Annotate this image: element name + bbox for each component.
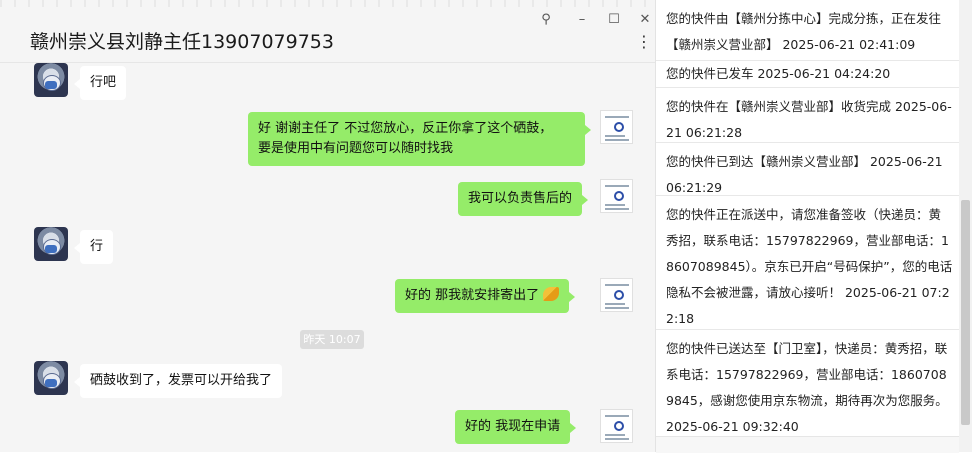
more-options-icon[interactable]: ⋮ [636, 34, 652, 50]
message-bubble-incoming: 行 [73, 230, 114, 264]
tracking-row: 您的快件正在派送中，请您准备签收（快递员：黄秀招，联系电话：1579782296… [656, 196, 959, 330]
own-avatar[interactable] [600, 409, 633, 443]
own-avatar[interactable] [600, 179, 633, 213]
scrollbar-thumb[interactable] [961, 200, 970, 425]
panel-footer [656, 436, 959, 453]
minimize-button[interactable]: – [571, 10, 593, 30]
chat-title: 赣州崇义县刘静主任13907079753 [30, 31, 334, 53]
message-text: 好的 那我就安排寄出了 [405, 288, 540, 303]
tracking-row: 您的快件已到达【赣州崇义营业部】 2025-06-21 06:21:29 [656, 143, 959, 196]
banana-emoji-icon [543, 287, 560, 301]
background-strip [0, 0, 655, 7]
message-timestamp: 昨天 10:07 [300, 330, 364, 349]
message-bubble-outgoing: 好的 我现在申请 [455, 410, 577, 444]
tracking-row: 您的快件在【赣州崇义营业部】收货完成 2025-06-21 06:21:28 [656, 88, 959, 143]
tracking-row: 您的快件已送达至【门卫室】，快递员：黄秀招，联系电话：15797822969，营… [666, 341, 948, 434]
header-divider [0, 62, 655, 63]
pin-icon[interactable]: ⚲ [535, 10, 557, 30]
message-bubble-outgoing: 好 谢谢主任了 不过您放心，反正你拿了这个硒鼓， 要是使用中有问题您可以随时找我 [248, 112, 591, 166]
own-avatar[interactable] [600, 278, 633, 312]
message-bubble-incoming: 硒鼓收到了，发票可以开给我了 [73, 364, 283, 398]
avatar[interactable] [34, 361, 68, 395]
close-button[interactable]: ✕ [634, 10, 655, 30]
tracking-row: 您的快件已发车 2025-06-21 04:24:20 [656, 61, 959, 88]
message-bubble-outgoing: 好的 那我就安排寄出了 [395, 279, 576, 313]
chat-window: 赣州崇义县刘静主任13907079753 ⚲ – ☐ ✕ ⋮ 行吧 好 谢谢主任… [0, 0, 656, 452]
message-bubble-incoming: 行吧 [73, 66, 127, 100]
own-avatar[interactable] [600, 110, 633, 144]
avatar[interactable] [34, 63, 68, 97]
tracking-row: 您的快件由【赣州分拣中心】完成分拣，正在发往【赣州崇义营业部】 2025-06-… [656, 0, 959, 61]
tracking-panel: 您的快件由【赣州分拣中心】完成分拣，正在发往【赣州崇义营业部】 2025-06-… [656, 0, 959, 452]
message-bubble-outgoing: 我可以负责售后的 [458, 182, 589, 216]
avatar[interactable] [34, 227, 68, 261]
maximize-button[interactable]: ☐ [603, 10, 625, 30]
